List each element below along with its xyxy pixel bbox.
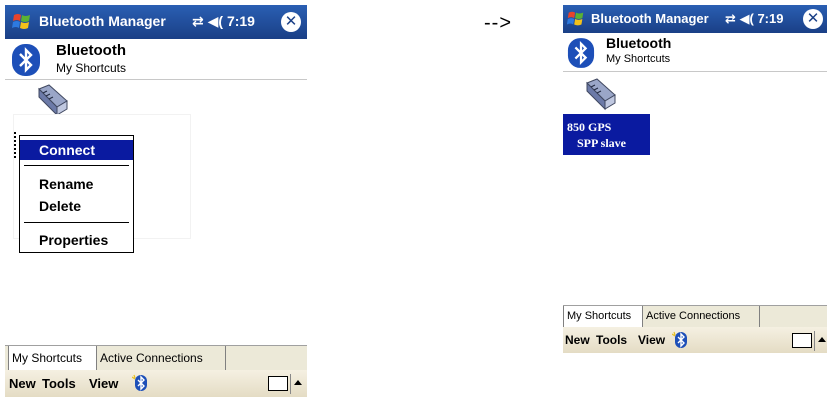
divider: [290, 374, 291, 394]
title-bar: Bluetooth Manager ⇄ ◀( 7:19 ✕: [5, 5, 307, 39]
app-header: Bluetooth My Shortcuts: [5, 39, 307, 80]
keyboard-icon[interactable]: [268, 376, 288, 391]
status-icons[interactable]: ⇄ ◀( 7:19: [192, 13, 255, 30]
tab-bar: My Shortcuts Active Connections: [5, 345, 307, 372]
menu-new[interactable]: New: [565, 333, 590, 347]
menu-bar: New Tools View: [5, 370, 307, 397]
bluetooth-logo-icon: [12, 44, 40, 76]
left-screen: Bluetooth Manager ⇄ ◀( 7:19 ✕ Bluetooth …: [5, 5, 307, 397]
serial-device-icon[interactable]: [581, 77, 621, 117]
menu-separator: [24, 222, 129, 223]
menu-item-delete[interactable]: Delete: [20, 196, 133, 216]
window-title: Bluetooth Manager: [39, 13, 166, 29]
keyboard-icon[interactable]: [792, 333, 812, 348]
shortcut-type: SPP slave: [577, 136, 627, 150]
page-title: Bluetooth: [56, 42, 126, 59]
context-menu: Connect Rename Delete Properties: [19, 135, 134, 253]
start-flag-icon[interactable]: [11, 11, 33, 33]
menu-view[interactable]: View: [638, 333, 665, 347]
shortcut-label-selected[interactable]: 850 GPS SPP slave: [563, 114, 650, 155]
menu-new[interactable]: New: [9, 376, 36, 391]
status-icons[interactable]: ⇄ ◀( 7:19: [725, 11, 783, 27]
page-title: Bluetooth: [606, 35, 672, 51]
menu-separator: [24, 165, 129, 166]
bluetooth-icon[interactable]: [672, 331, 688, 349]
menu-tools[interactable]: Tools: [42, 376, 76, 391]
divider: [814, 331, 815, 351]
tab-bar: My Shortcuts Active Connections: [563, 305, 827, 329]
tab-active-connections[interactable]: Active Connections: [642, 306, 760, 329]
close-icon[interactable]: ✕: [803, 9, 823, 29]
input-panel-arrow-icon[interactable]: [818, 337, 826, 342]
input-panel-arrow-icon[interactable]: [294, 380, 302, 385]
menu-tools[interactable]: Tools: [596, 333, 627, 347]
page-subtitle: My Shortcuts: [606, 53, 671, 65]
bluetooth-logo-icon: [567, 38, 595, 68]
right-screen: Bluetooth Manager ⇄ ◀( 7:19 ✕ Bluetooth …: [563, 5, 827, 357]
transition-arrow: -->: [484, 12, 512, 34]
window-title: Bluetooth Manager: [591, 11, 709, 26]
menu-view[interactable]: View: [89, 376, 118, 391]
menu-item-rename[interactable]: Rename: [20, 174, 133, 194]
close-icon[interactable]: ✕: [281, 12, 301, 32]
tab-active-connections[interactable]: Active Connections: [96, 346, 226, 372]
title-bar: Bluetooth Manager ⇄ ◀( 7:19 ✕: [563, 5, 827, 33]
app-header: Bluetooth My Shortcuts: [563, 33, 827, 72]
menu-item-connect[interactable]: Connect: [20, 140, 133, 160]
page-subtitle: My Shortcuts: [56, 61, 127, 75]
start-flag-icon[interactable]: [566, 9, 586, 29]
tab-my-shortcuts[interactable]: My Shortcuts: [8, 346, 98, 372]
shortcut-name: 850 GPS: [567, 120, 612, 134]
bluetooth-icon[interactable]: [132, 374, 148, 392]
tab-my-shortcuts[interactable]: My Shortcuts: [563, 306, 644, 329]
menu-item-properties[interactable]: Properties: [20, 230, 133, 250]
menu-bar: New Tools View: [563, 327, 827, 353]
